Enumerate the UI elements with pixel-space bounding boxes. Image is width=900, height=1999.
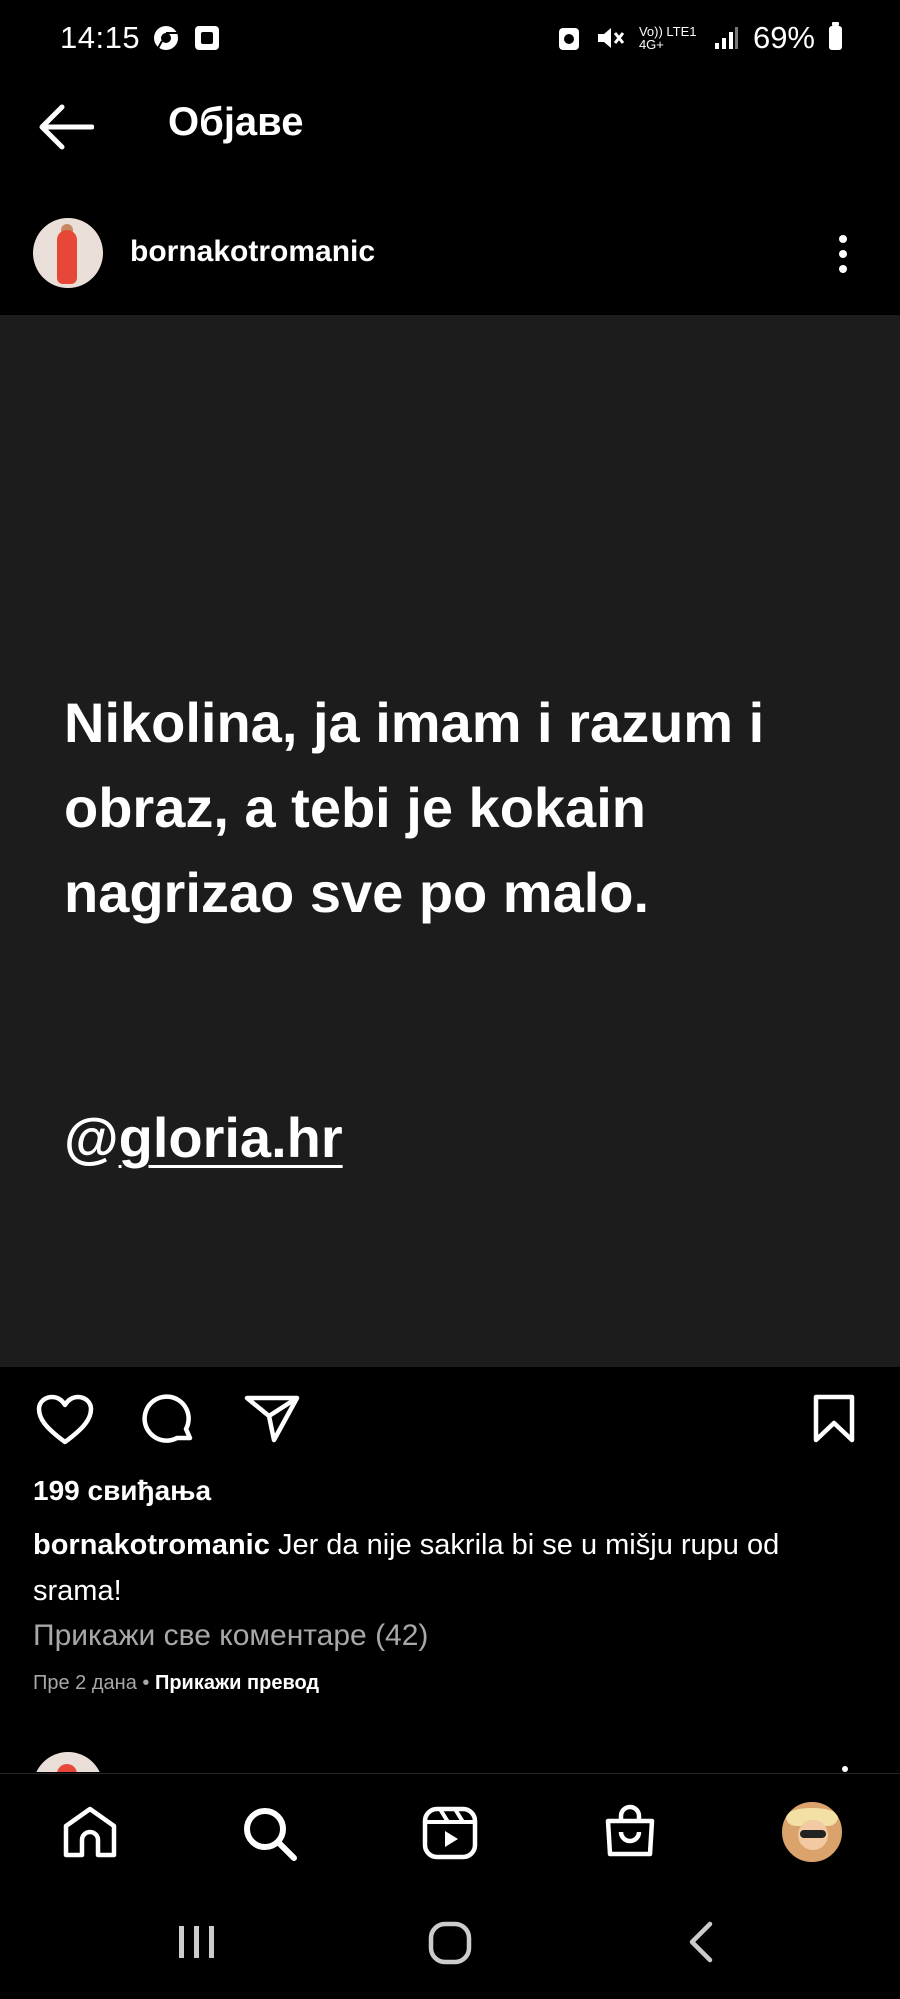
battery-percent: 69% xyxy=(752,20,815,55)
like-button[interactable] xyxy=(36,1394,94,1451)
network-text: Vo)) LTE1 4G+ xyxy=(638,24,697,52)
post-caption: bornakotromanic Jer da nije sakrila bi s… xyxy=(33,1522,873,1614)
more-options-button[interactable] xyxy=(838,234,848,279)
next-post-more-dot xyxy=(842,1766,848,1772)
home-circle-icon xyxy=(428,1921,472,1965)
caption-username[interactable]: bornakotromanic xyxy=(33,1529,270,1561)
chrome-notification-icon xyxy=(152,24,180,57)
reels-icon xyxy=(422,1806,478,1860)
shop-icon xyxy=(605,1804,655,1857)
mute-icon xyxy=(597,28,625,48)
status-bar: 14:15 Vo)) LTE1 4G+ 69% xyxy=(0,0,900,78)
save-button[interactable] xyxy=(812,1394,856,1449)
home-icon xyxy=(63,1806,117,1858)
share-button[interactable] xyxy=(244,1394,300,1449)
arrow-left-icon xyxy=(39,104,95,150)
mention-prefix: @ xyxy=(64,1106,119,1169)
recents-button[interactable] xyxy=(175,1922,219,1967)
signal-icon xyxy=(714,27,738,49)
gallery-notification-icon xyxy=(194,24,220,57)
heart-icon xyxy=(36,1394,94,1445)
search-icon xyxy=(244,1808,297,1861)
battery-saver-icon xyxy=(558,28,579,50)
back-button[interactable] xyxy=(38,104,95,155)
post-image-quote: Nikolina, ja imam i razum i obraz, a teb… xyxy=(64,691,765,924)
post-image-mention: @gloria.hr xyxy=(64,1105,343,1170)
next-post-avatar[interactable] xyxy=(33,1752,103,1772)
post-author-avatar[interactable] xyxy=(33,218,103,288)
nav-search-button[interactable] xyxy=(242,1806,298,1867)
mention-link[interactable]: gloria.hr xyxy=(119,1106,343,1169)
system-home-button[interactable] xyxy=(427,1920,473,1971)
comment-button[interactable] xyxy=(140,1392,196,1453)
nav-home-button[interactable] xyxy=(62,1806,118,1863)
system-back-button[interactable] xyxy=(686,1920,716,1969)
see-translation-link[interactable]: Прикажи превод xyxy=(155,1672,319,1694)
separator-dot: • xyxy=(142,1672,150,1694)
more-vertical-icon xyxy=(839,235,847,273)
view-all-comments-link[interactable]: Прикажи све коментаре (42) xyxy=(33,1619,428,1653)
post-timestamp-line: Пре 2 дана • Прикажи превод xyxy=(33,1672,319,1695)
nav-profile-avatar[interactable] xyxy=(780,1800,844,1864)
status-time: 14:15 xyxy=(60,20,141,55)
nav-shop-button[interactable] xyxy=(602,1804,658,1865)
page-title: Објаве xyxy=(168,100,304,144)
likes-count[interactable]: 199 свиђања xyxy=(33,1475,211,1507)
recents-icon xyxy=(179,1926,214,1958)
status-indicators: Vo)) LTE1 4G+ 69% xyxy=(557,20,842,56)
paper-plane-icon xyxy=(244,1395,300,1443)
post-time-ago: Пре 2 дана xyxy=(33,1672,137,1694)
back-chevron-icon xyxy=(689,1921,713,1963)
post-author-username[interactable]: bornakotromanic xyxy=(130,235,375,269)
battery-icon xyxy=(829,22,842,50)
nav-reels-button[interactable] xyxy=(422,1806,478,1865)
bookmark-icon xyxy=(813,1394,855,1443)
comment-icon xyxy=(142,1394,193,1443)
